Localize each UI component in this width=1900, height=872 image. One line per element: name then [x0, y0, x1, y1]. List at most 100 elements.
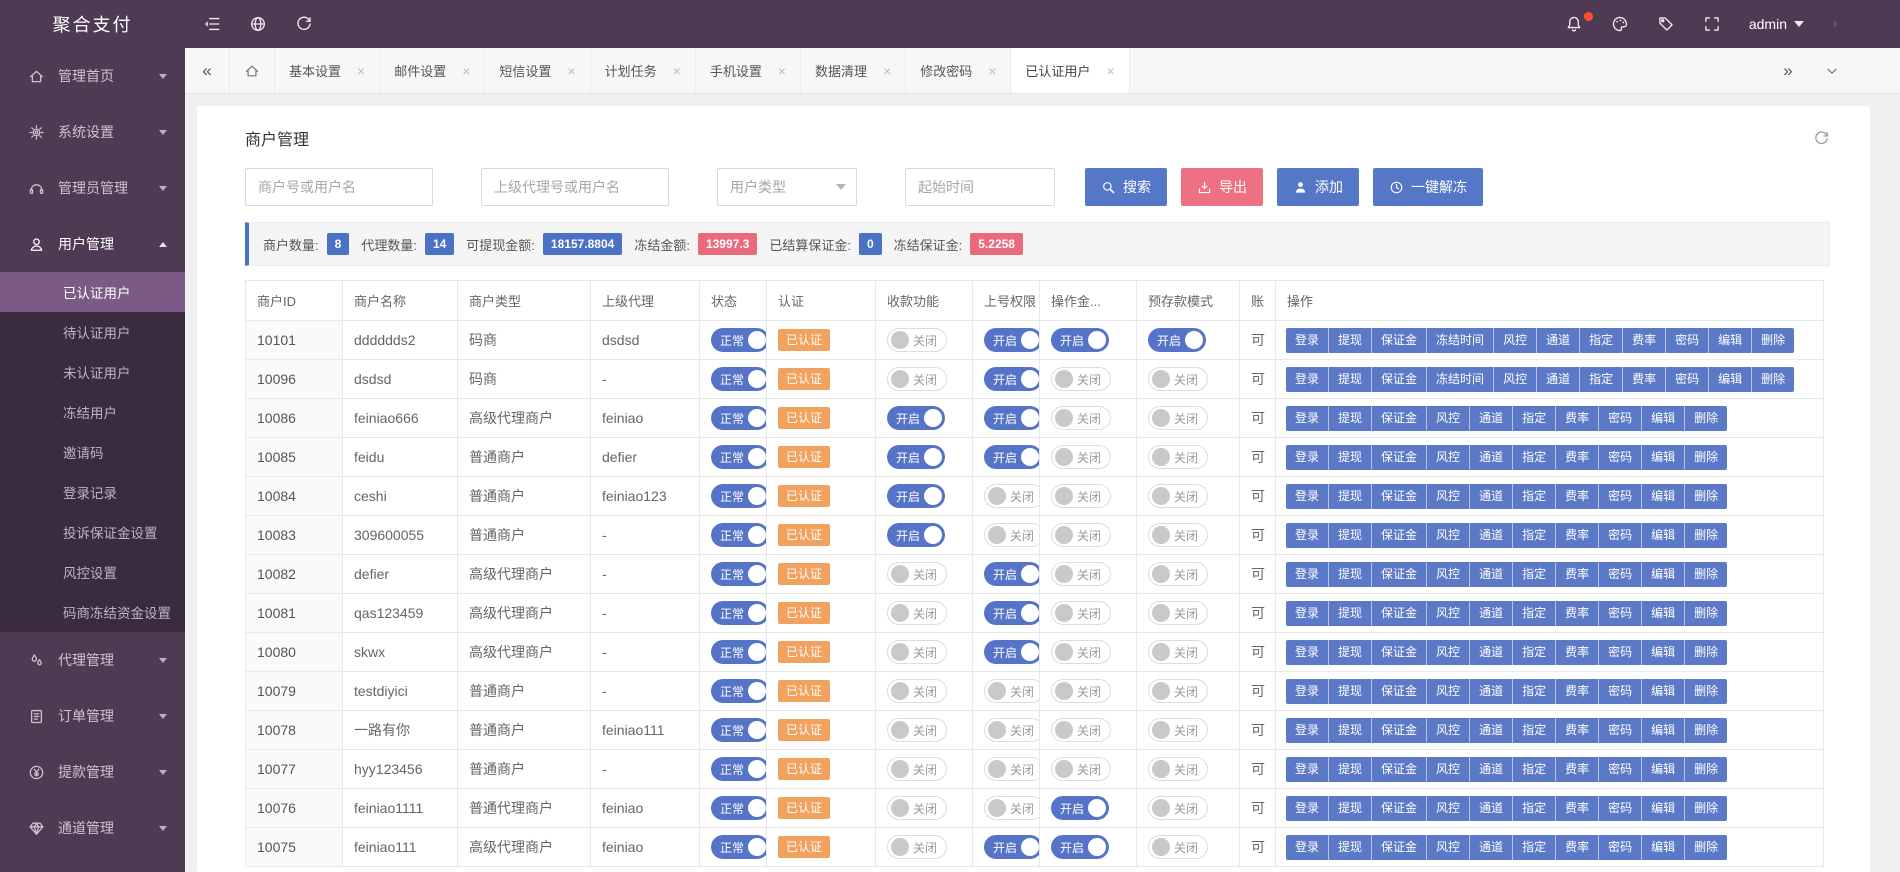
- upload-toggle[interactable]: 关闭: [984, 718, 1040, 742]
- tag-icon[interactable]: [1657, 15, 1675, 33]
- action-delete[interactable]: 删除: [1685, 679, 1727, 704]
- status-toggle[interactable]: 正常: [711, 601, 767, 625]
- sidebar-item-0[interactable]: 管理首页: [0, 48, 185, 104]
- sidebar-item-3[interactable]: 用户管理: [0, 216, 185, 272]
- action-login[interactable]: 登录: [1286, 367, 1329, 392]
- action-edit[interactable]: 编辑: [1642, 406, 1685, 431]
- action-login[interactable]: 登录: [1286, 640, 1329, 665]
- card-refresh-icon[interactable]: [1813, 130, 1830, 147]
- action-margin[interactable]: 保证金: [1372, 718, 1427, 743]
- unfreeze-button[interactable]: 一键解冻: [1373, 168, 1483, 206]
- action-password[interactable]: 密码: [1599, 445, 1642, 470]
- action-channel[interactable]: 通道: [1470, 445, 1513, 470]
- notifications-bell-icon[interactable]: [1565, 15, 1583, 33]
- action-password[interactable]: 密码: [1599, 640, 1642, 665]
- action-edit[interactable]: 编辑: [1709, 328, 1752, 353]
- action-assign[interactable]: 指定: [1580, 328, 1623, 353]
- action-risk[interactable]: 风控: [1427, 484, 1470, 509]
- action-password[interactable]: 密码: [1599, 523, 1642, 548]
- action-login[interactable]: 登录: [1286, 601, 1329, 626]
- action-assign[interactable]: 指定: [1513, 640, 1556, 665]
- upload-toggle[interactable]: 关闭: [984, 679, 1040, 703]
- language-globe-icon[interactable]: [249, 15, 267, 33]
- search-button[interactable]: 搜索: [1085, 168, 1167, 206]
- action-rate[interactable]: 费率: [1556, 835, 1599, 860]
- collect-toggle[interactable]: 开启: [887, 523, 945, 547]
- action-password[interactable]: 密码: [1599, 679, 1642, 704]
- action-edit[interactable]: 编辑: [1642, 484, 1685, 509]
- status-toggle[interactable]: 正常: [711, 562, 767, 586]
- status-toggle[interactable]: 正常: [711, 796, 767, 820]
- action-margin[interactable]: 保证金: [1372, 445, 1427, 470]
- action-risk[interactable]: 风控: [1427, 796, 1470, 821]
- action-margin[interactable]: 保证金: [1372, 796, 1427, 821]
- status-toggle[interactable]: 正常: [711, 523, 767, 547]
- action-rate[interactable]: 费率: [1556, 601, 1599, 626]
- collect-toggle[interactable]: 关闭: [887, 562, 947, 586]
- action-rate[interactable]: 费率: [1556, 640, 1599, 665]
- action-withdraw[interactable]: 提现: [1329, 601, 1372, 626]
- prestore-toggle[interactable]: 关闭: [1148, 796, 1208, 820]
- action-login[interactable]: 登录: [1286, 328, 1329, 353]
- action-withdraw[interactable]: 提现: [1329, 679, 1372, 704]
- action-channel[interactable]: 通道: [1470, 835, 1513, 860]
- collect-toggle[interactable]: 关闭: [887, 367, 947, 391]
- action-withdraw[interactable]: 提现: [1329, 835, 1372, 860]
- action-rate[interactable]: 费率: [1556, 562, 1599, 587]
- upload-toggle[interactable]: 开启: [984, 835, 1040, 859]
- sidebar-item-1[interactable]: 系统设置: [0, 104, 185, 160]
- status-toggle[interactable]: 正常: [711, 445, 767, 469]
- sidebar-subitem-2[interactable]: 未认证用户: [0, 352, 185, 392]
- action-margin[interactable]: 保证金: [1372, 562, 1427, 587]
- tab-6[interactable]: 修改密码×: [906, 48, 1011, 93]
- upload-toggle[interactable]: 开启: [984, 406, 1040, 430]
- action-edit[interactable]: 编辑: [1642, 679, 1685, 704]
- action-password[interactable]: 密码: [1599, 835, 1642, 860]
- action-edit[interactable]: 编辑: [1642, 718, 1685, 743]
- refresh-icon[interactable]: [295, 15, 313, 33]
- prestore-toggle[interactable]: 关闭: [1148, 406, 1208, 430]
- action-delete[interactable]: 删除: [1685, 601, 1727, 626]
- action-assign[interactable]: 指定: [1513, 406, 1556, 431]
- upload-toggle[interactable]: 开启: [984, 562, 1040, 586]
- prestore-toggle[interactable]: 关闭: [1148, 562, 1208, 586]
- action-margin[interactable]: 保证金: [1372, 835, 1427, 860]
- kebab-menu-icon[interactable]: [1832, 15, 1838, 33]
- action-edit[interactable]: 编辑: [1642, 757, 1685, 782]
- action-withdraw[interactable]: 提现: [1329, 718, 1372, 743]
- action-channel[interactable]: 通道: [1537, 367, 1580, 392]
- action-delete[interactable]: 删除: [1685, 562, 1727, 587]
- action-edit[interactable]: 编辑: [1642, 835, 1685, 860]
- action-password[interactable]: 密码: [1599, 406, 1642, 431]
- action-risk[interactable]: 风控: [1494, 367, 1537, 392]
- action-channel[interactable]: 通道: [1470, 523, 1513, 548]
- prestore-toggle[interactable]: 开启: [1148, 328, 1206, 352]
- action-delete[interactable]: 删除: [1685, 718, 1727, 743]
- export-button[interactable]: 导出: [1181, 168, 1263, 206]
- close-icon[interactable]: ×: [1106, 64, 1114, 78]
- tab-4[interactable]: 手机设置×: [696, 48, 801, 93]
- action-withdraw[interactable]: 提现: [1329, 757, 1372, 782]
- status-toggle[interactable]: 正常: [711, 406, 767, 430]
- status-toggle[interactable]: 正常: [711, 835, 767, 859]
- action-withdraw[interactable]: 提现: [1329, 406, 1372, 431]
- action-margin[interactable]: 保证金: [1372, 757, 1427, 782]
- tabs-menu-chevron-icon[interactable]: [1810, 48, 1854, 93]
- prestore-toggle[interactable]: 关闭: [1148, 679, 1208, 703]
- action-delete[interactable]: 删除: [1752, 328, 1794, 353]
- action-rate[interactable]: 费率: [1623, 328, 1666, 353]
- action-freeze-time[interactable]: 冻结时间: [1427, 367, 1494, 392]
- action-withdraw[interactable]: 提现: [1329, 367, 1372, 392]
- action-risk[interactable]: 风控: [1427, 562, 1470, 587]
- action-withdraw[interactable]: 提现: [1329, 562, 1372, 587]
- action-password[interactable]: 密码: [1599, 757, 1642, 782]
- tab-7[interactable]: 已认证用户×: [1011, 48, 1129, 93]
- action-rate[interactable]: 费率: [1556, 445, 1599, 470]
- action-channel[interactable]: 通道: [1470, 796, 1513, 821]
- collect-toggle[interactable]: 关闭: [887, 328, 947, 352]
- action-login[interactable]: 登录: [1286, 523, 1329, 548]
- collect-toggle[interactable]: 开启: [887, 484, 945, 508]
- operate-toggle[interactable]: 关闭: [1051, 718, 1111, 742]
- upload-toggle[interactable]: 开启: [984, 601, 1040, 625]
- action-password[interactable]: 密码: [1599, 484, 1642, 509]
